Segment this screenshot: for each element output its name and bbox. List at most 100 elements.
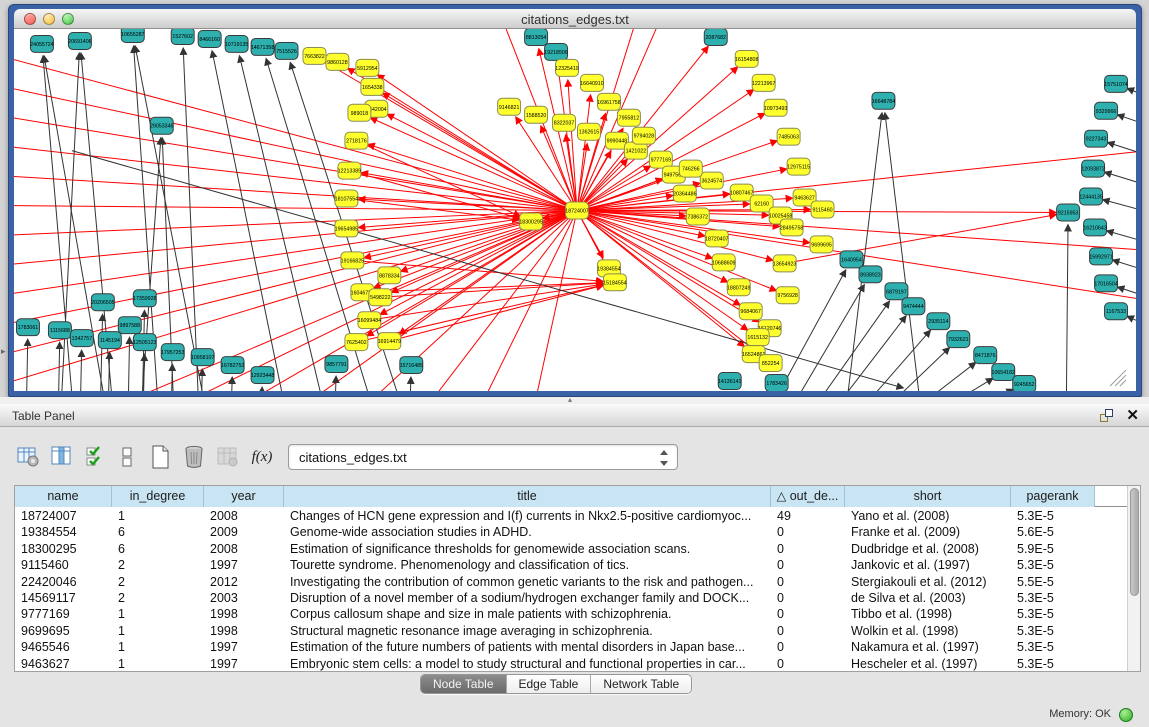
graph-node[interactable]: 17016504 — [1094, 275, 1118, 292]
table-row[interactable]: 977716911998Corpus callosum shape and si… — [15, 606, 1127, 622]
graph-node[interactable]: 7625402 — [345, 334, 368, 351]
graph-node[interactable]: 1342757 — [70, 330, 93, 347]
panel-collapse-arrow-icon[interactable]: ▸ — [1, 346, 6, 357]
graph-node[interactable]: 9245652 — [1013, 376, 1036, 391]
table-row[interactable]: 2242004622012Investigating the contribut… — [15, 574, 1127, 590]
graph-node[interactable]: 15751074 — [1104, 75, 1128, 92]
graph-node[interactable]: 20364486 — [673, 185, 697, 202]
graph-node[interactable]: 19218506 — [544, 43, 568, 60]
graph-node[interactable]: 12213389 — [338, 162, 362, 179]
table-row[interactable]: 946362711997Embryonic stem cells: a mode… — [15, 656, 1127, 671]
select-rows-icon[interactable] — [82, 442, 110, 472]
graph-node[interactable]: 1167533 — [1105, 303, 1128, 320]
network-canvas[interactable]: 1872400724055724206914061065528715276028… — [14, 29, 1136, 391]
graph-node[interactable]: 18724007 — [565, 202, 589, 219]
graph-node[interactable]: 12505123 — [133, 334, 157, 351]
graph-node[interactable]: 10973493 — [764, 99, 788, 116]
graph-node[interactable]: 18300295 — [519, 213, 543, 230]
graph-node[interactable]: 24055724 — [30, 35, 54, 52]
graph-node[interactable]: 9215953 — [1057, 204, 1080, 221]
graph-node[interactable]: 20691406 — [68, 32, 92, 49]
graph-node[interactable]: 1654338 — [361, 78, 384, 95]
column-header-out_de[interactable]: △ out_de... — [771, 486, 845, 507]
graph-node[interactable]: 17359928 — [133, 290, 157, 307]
graph-node[interactable]: 16099484 — [358, 312, 382, 329]
graph-node[interactable]: 8466160 — [198, 30, 221, 47]
graph-node[interactable]: 8813054 — [525, 29, 548, 45]
graph-node[interactable]: 1640954 — [840, 251, 863, 268]
horizontal-splitter[interactable]: ▴ — [0, 397, 1149, 404]
table-vertical-scrollbar[interactable] — [1127, 486, 1140, 671]
graph-node[interactable]: 7386372 — [686, 208, 709, 225]
column-header-year[interactable]: year — [204, 486, 284, 507]
graph-node[interactable]: 16154808 — [735, 50, 759, 67]
float-panel-icon[interactable] — [1100, 409, 1113, 422]
graph-node[interactable]: 15716485 — [400, 357, 424, 374]
graph-node[interactable]: 29053346 — [150, 117, 174, 134]
table-select-dropdown[interactable]: citations_edges.txt — [288, 444, 678, 470]
graph-node[interactable]: 1145194 — [98, 332, 121, 349]
graph-node[interactable]: 1783426 — [765, 375, 788, 391]
tab-network-table[interactable]: Network Table — [591, 675, 691, 693]
graph-node[interactable]: 14136141 — [718, 373, 742, 390]
graph-node[interactable]: 3624574 — [700, 172, 723, 189]
graph-node[interactable]: 5912954 — [356, 59, 379, 76]
graph-node[interactable]: 16961758 — [597, 93, 621, 110]
table-row[interactable]: 1872400712008Changes of HCN gene express… — [15, 508, 1127, 524]
column-header-in_degree[interactable]: in_degree — [112, 486, 204, 507]
close-panel-icon[interactable]: ✕ — [1126, 406, 1139, 424]
graph-node[interactable]: 746266 — [679, 160, 702, 177]
splitter-handle-icon[interactable]: ▴ — [568, 395, 572, 404]
graph-node[interactable]: 9897588 — [118, 317, 141, 334]
new-column-icon[interactable] — [146, 442, 174, 472]
citation-network-graph[interactable]: 1872400724055724206914061065528715276028… — [14, 29, 1136, 391]
graph-node[interactable]: 10655287 — [121, 29, 145, 42]
graph-node[interactable]: 2935114 — [927, 313, 950, 330]
graph-node[interactable]: 13654923 — [773, 255, 797, 272]
graph-node[interactable]: 10958107 — [191, 349, 215, 366]
table-row[interactable]: 969969511998Structural magnetic resonanc… — [15, 623, 1127, 639]
graph-node[interactable]: 9115460 — [811, 201, 834, 218]
graph-node[interactable]: 1115688 — [48, 322, 71, 339]
tab-edge-table[interactable]: Edge Table — [507, 675, 592, 693]
graph-node[interactable]: 9329966 — [1095, 102, 1118, 119]
table-row[interactable]: 1456911722003Disruption of a novel membe… — [15, 590, 1127, 606]
graph-node[interactable]: 14671358 — [251, 38, 275, 55]
graph-node[interactable]: 16648784 — [872, 92, 896, 109]
graph-node[interactable]: 6879197 — [885, 283, 908, 300]
graph-node[interactable]: 28495758 — [780, 219, 804, 236]
graph-node[interactable]: 9146821 — [498, 98, 521, 115]
graph-node[interactable]: 1588520 — [525, 106, 548, 123]
graph-node[interactable]: 2087682 — [704, 29, 727, 45]
graph-node[interactable]: 19654985 — [335, 220, 359, 237]
tab-node-table[interactable]: Node Table — [421, 675, 507, 693]
graph-node[interactable]: 9227343 — [1085, 130, 1108, 147]
graph-node[interactable]: 9756928 — [776, 287, 799, 304]
table-row[interactable]: 1938455462009Genome-wide association stu… — [15, 524, 1127, 540]
graph-node[interactable]: 16782753 — [221, 357, 245, 374]
graph-node[interactable]: 20206505 — [91, 294, 115, 311]
graph-node[interactable]: 8471876 — [974, 347, 997, 364]
graph-node[interactable]: 9474444 — [902, 298, 925, 315]
graph-node[interactable]: 19166825 — [341, 252, 365, 269]
graph-node[interactable]: 16640910 — [580, 74, 604, 91]
graph-node[interactable]: 7932621 — [947, 331, 970, 348]
graph-node[interactable]: 12093872 — [1081, 160, 1105, 177]
table-options-icon[interactable] — [14, 442, 42, 472]
column-header-name[interactable]: name — [15, 486, 112, 507]
graph-node[interactable]: 15184554 — [603, 274, 627, 291]
graph-node[interactable]: 852254 — [759, 355, 782, 372]
graph-node[interactable]: 16914479 — [378, 333, 402, 350]
column-header-title[interactable]: title — [284, 486, 771, 507]
stacked-squares-icon[interactable] — [114, 442, 142, 472]
graph-node[interactable]: 1421022 — [624, 142, 647, 159]
resize-grip-icon[interactable] — [1120, 380, 1126, 386]
window-titlebar[interactable]: citations_edges.txt — [14, 9, 1136, 29]
graph-node[interactable]: 17957253 — [161, 344, 185, 361]
show-columns-icon[interactable] — [48, 442, 76, 472]
column-header-pagerank[interactable]: pagerank — [1011, 486, 1095, 507]
graph-node[interactable]: 8322037 — [553, 114, 576, 131]
graph-node[interactable]: 1615132 — [746, 329, 769, 346]
graph-node[interactable]: 9794028 — [632, 127, 655, 144]
scrollbar-thumb[interactable] — [1130, 488, 1139, 596]
